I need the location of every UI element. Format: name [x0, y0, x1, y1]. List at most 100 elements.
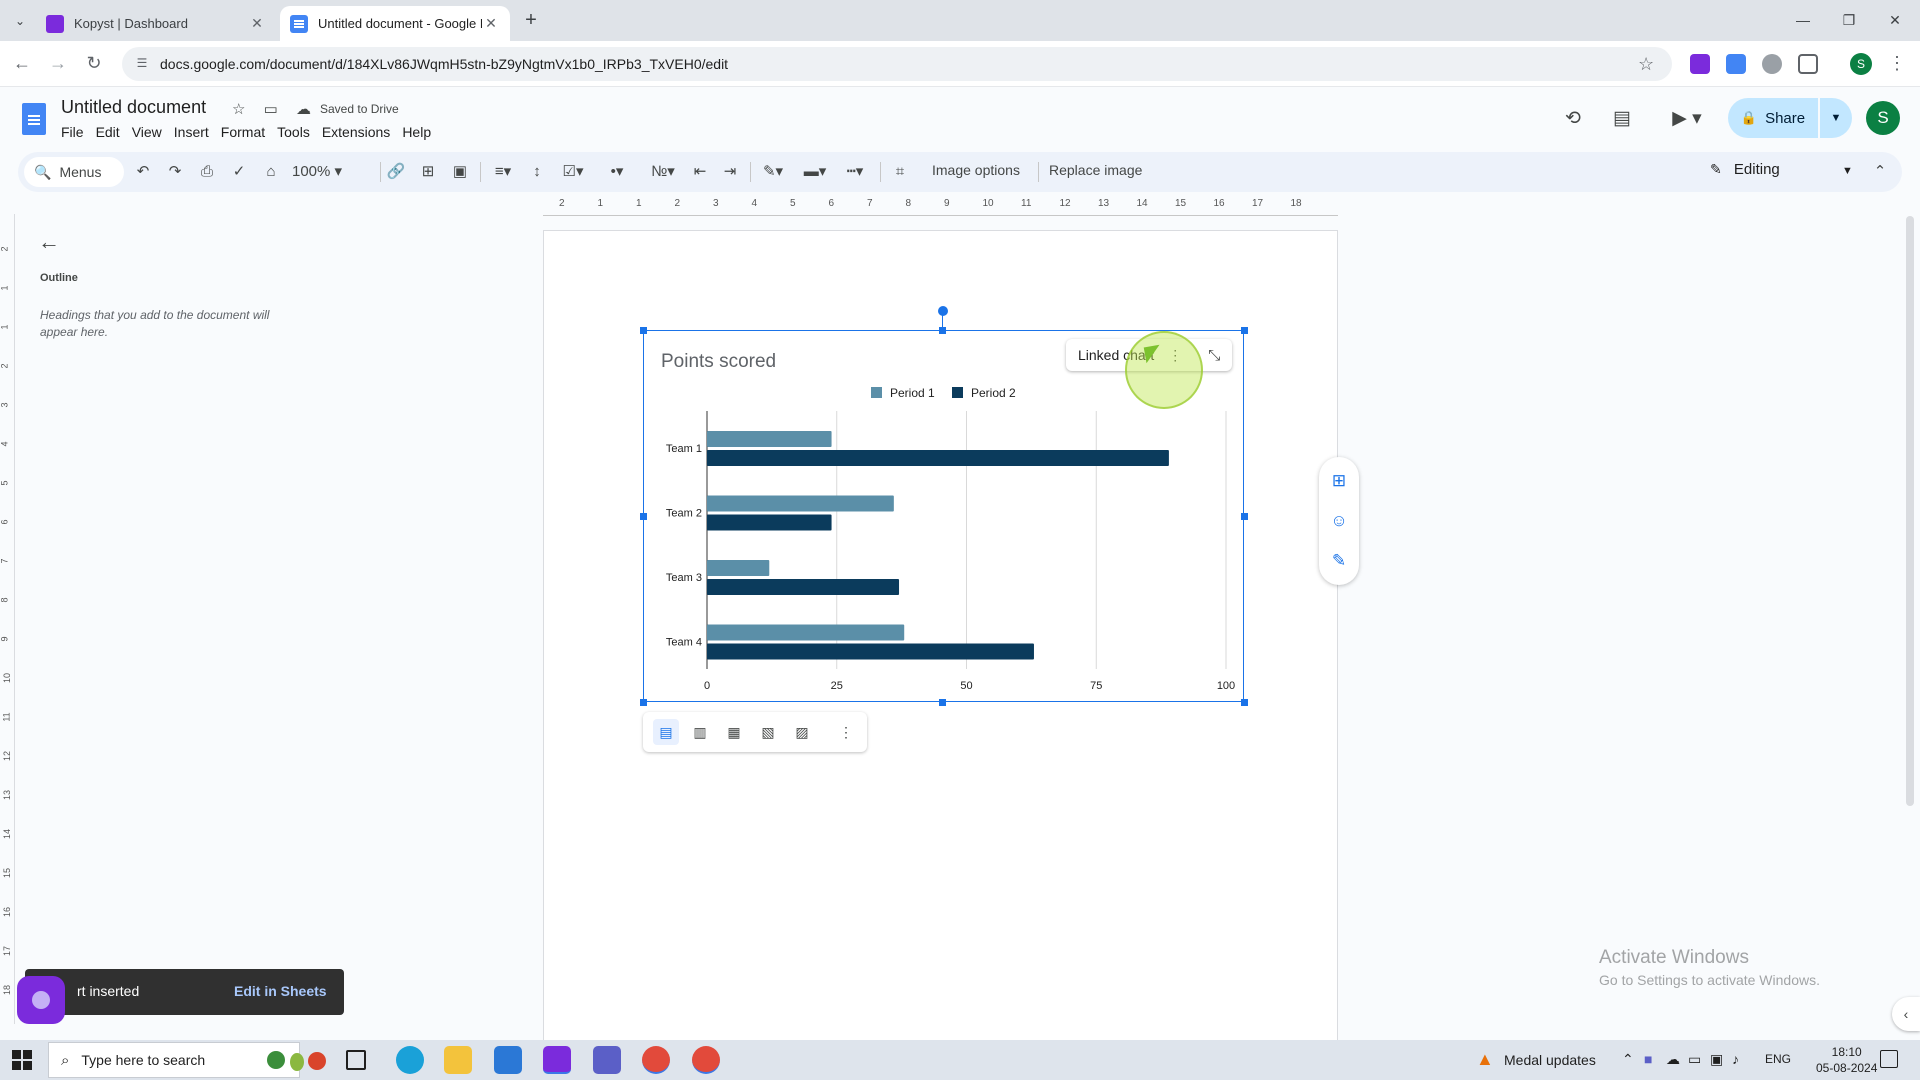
share-button[interactable]: 🔒 Share — [1728, 98, 1818, 138]
extension-icon[interactable] — [1762, 54, 1782, 74]
menu-format[interactable]: Format — [221, 124, 265, 140]
horizontal-ruler[interactable]: 2 1 1 2 3 4 5 6 7 8 9 10 11 12 13 14 15 16 17 18 — [543, 198, 1338, 216]
increase-indent-icon[interactable]: ⇥ — [718, 161, 742, 183]
menu-insert[interactable]: Insert — [174, 124, 209, 140]
resize-handle-e[interactable] — [1241, 513, 1248, 520]
teams-icon[interactable] — [593, 1046, 621, 1074]
notification-center-icon[interactable] — [1880, 1050, 1898, 1068]
border-dash-icon[interactable]: ┅▾ — [838, 161, 872, 183]
menus-search[interactable]: 🔍 Menus — [24, 157, 124, 187]
docs-logo-icon[interactable] — [22, 103, 46, 135]
network-icon[interactable]: ▣ — [1710, 1051, 1723, 1068]
meet-video-icon[interactable]: ▶ ▾ — [1665, 107, 1709, 133]
menu-file[interactable]: File — [61, 124, 84, 140]
unlink-icon[interactable]: ⤡ — [1208, 347, 1220, 364]
more-image-options-icon[interactable]: ⋮ — [833, 719, 859, 745]
chrome-icon[interactable] — [642, 1046, 670, 1074]
chrome-profile-icon[interactable] — [692, 1046, 720, 1074]
docs-extension-icon[interactable] — [1726, 54, 1746, 74]
hide-menus-icon[interactable]: ⌃ — [1868, 161, 1892, 183]
resize-handle-nw[interactable] — [640, 327, 647, 334]
task-view-icon[interactable] — [346, 1050, 366, 1070]
forward-button[interactable]: → — [46, 52, 70, 76]
mail-icon[interactable] — [494, 1046, 522, 1074]
windows-start-icon[interactable] — [12, 1050, 32, 1070]
line-spacing-icon[interactable]: ↕ — [524, 161, 550, 183]
resize-handle-ne[interactable] — [1241, 327, 1248, 334]
minimize-window-button[interactable]: — — [1780, 8, 1826, 32]
comments-icon[interactable]: ▤ — [1609, 107, 1635, 133]
editing-mode-select[interactable]: ✎ Editing ▼ — [1710, 161, 1853, 178]
menu-tools[interactable]: Tools — [277, 124, 310, 140]
edit-in-sheets-button[interactable]: Edit in Sheets — [234, 983, 327, 999]
kopyst-extension-icon[interactable] — [1690, 54, 1710, 74]
rotate-handle[interactable] — [938, 306, 948, 316]
checklist-icon[interactable]: ☑▾ — [554, 161, 592, 183]
restore-window-button[interactable]: ❐ — [1826, 8, 1872, 32]
break-text-icon[interactable]: ▦ — [721, 719, 747, 745]
crop-icon[interactable]: ⌗ — [888, 161, 912, 183]
extensions-puzzle-icon[interactable] — [1798, 54, 1818, 74]
menu-help[interactable]: Help — [402, 124, 431, 140]
side-panel-toggle-icon[interactable]: ‹ — [1892, 997, 1920, 1031]
meet-tray-icon[interactable]: ▭ — [1688, 1051, 1701, 1068]
add-comment-icon[interactable]: ⊞ — [1327, 469, 1351, 493]
version-history-icon[interactable]: ⟲ — [1560, 107, 1586, 133]
menu-view[interactable]: View — [132, 124, 162, 140]
resize-handle-n[interactable] — [939, 327, 946, 334]
image-options-button[interactable]: Image options — [932, 162, 1020, 178]
border-weight-icon[interactable]: ▬▾ — [798, 161, 832, 183]
tab-kopyst-dashboard[interactable]: Kopyst | Dashboard ✕ — [36, 6, 276, 41]
document-title[interactable]: Untitled document — [61, 97, 206, 118]
behind-text-icon[interactable]: ▧ — [755, 719, 781, 745]
move-folder-icon[interactable]: ▭ — [264, 101, 278, 118]
menu-edit[interactable]: Edit — [96, 124, 120, 140]
insert-link-icon[interactable]: 🔗 — [384, 161, 408, 183]
print-icon[interactable]: ⎙ — [196, 161, 218, 183]
volume-icon[interactable]: ♪ — [1732, 1051, 1739, 1067]
zoom-select[interactable]: 100% ▾ — [292, 161, 372, 183]
teams-tray-icon[interactable]: ■ — [1644, 1051, 1652, 1067]
back-button[interactable]: ← — [10, 52, 34, 76]
account-avatar[interactable]: S — [1866, 101, 1900, 135]
close-outline-icon[interactable]: ← — [38, 229, 60, 255]
close-window-button[interactable]: ✕ — [1872, 8, 1918, 32]
resize-handle-sw[interactable] — [640, 699, 647, 706]
site-info-icon[interactable]: ☰ — [134, 56, 150, 72]
emoji-reaction-icon[interactable]: ☺ — [1327, 509, 1351, 533]
browser-profile-avatar[interactable]: S — [1850, 53, 1872, 75]
replace-image-button[interactable]: Replace image — [1049, 162, 1142, 178]
star-icon[interactable]: ☆ — [232, 101, 245, 118]
bookmark-star-icon[interactable]: ☆ — [1638, 54, 1662, 75]
undo-icon[interactable]: ↶ — [132, 161, 154, 183]
share-dropdown-button[interactable]: ▼ — [1820, 98, 1852, 138]
align-icon[interactable]: ≡▾ — [486, 161, 520, 183]
medal-updates-text[interactable]: Medal updates — [1504, 1052, 1596, 1068]
kopyst-taskbar-icon[interactable] — [543, 1046, 571, 1074]
redo-icon[interactable]: ↷ — [164, 161, 186, 183]
tab-google-docs[interactable]: Untitled document - Google Docs ✕ — [280, 6, 510, 41]
language-indicator[interactable]: ENG — [1765, 1052, 1791, 1066]
file-explorer-icon[interactable] — [444, 1046, 472, 1074]
in-front-of-text-icon[interactable]: ▨ — [789, 719, 815, 745]
wrap-text-icon[interactable]: ▥ — [687, 719, 713, 745]
paint-format-icon[interactable]: ⌂ — [260, 161, 282, 183]
close-tab-icon[interactable]: ✕ — [248, 15, 266, 32]
address-bar[interactable]: ☰ docs.google.com/document/d/184XLv86JWq… — [122, 47, 1672, 81]
insert-image-icon[interactable]: ▣ — [448, 161, 472, 183]
decrease-indent-icon[interactable]: ⇤ — [688, 161, 712, 183]
browser-menu-icon[interactable]: ⋮ — [1888, 53, 1906, 73]
border-color-icon[interactable]: ✎▾ — [756, 161, 790, 183]
resize-handle-s[interactable] — [939, 699, 946, 706]
inline-wrap-icon[interactable]: ▤ — [653, 719, 679, 745]
vertical-ruler[interactable]: 2 1 1 2 3 4 5 6 7 8 9 10 11 12 13 14 15 16 17 18 — [0, 214, 15, 1024]
numbered-list-icon[interactable]: №▾ — [644, 161, 682, 183]
menu-extensions[interactable]: Extensions — [322, 124, 390, 140]
show-hidden-icons-icon[interactable]: ⌃ — [1622, 1051, 1634, 1068]
add-comment-icon[interactable]: ⊞ — [416, 161, 440, 183]
onedrive-icon[interactable]: ☁ — [1666, 1051, 1680, 1068]
bulleted-list-icon[interactable]: •▾ — [598, 161, 636, 183]
kopyst-recorder-icon[interactable] — [17, 976, 65, 1024]
close-tab-icon[interactable]: ✕ — [482, 15, 500, 32]
cloud-saved-icon[interactable]: ☁ — [296, 101, 311, 118]
